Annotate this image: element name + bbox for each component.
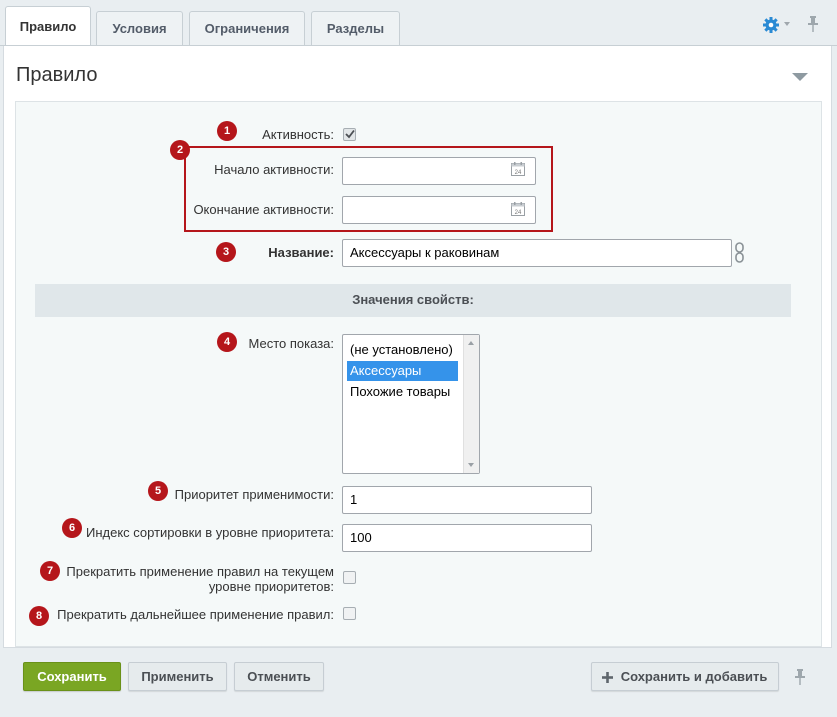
tab-conditions[interactable]: Условия <box>96 11 183 45</box>
save-and-add-label: Сохранить и добавить <box>620 669 768 684</box>
calendar-icon[interactable]: 24 <box>511 162 525 176</box>
section-header: Значения свойств: <box>35 284 791 317</box>
step-badge-5: 5 <box>148 481 168 501</box>
scroll-down-icon[interactable] <box>468 463 474 467</box>
step-badge-8: 8 <box>29 606 49 626</box>
list-item[interactable]: Похожие товары <box>347 382 458 402</box>
pin-icon[interactable] <box>806 15 820 33</box>
gear-icon[interactable] <box>762 16 780 34</box>
link-icon[interactable] <box>735 242 744 264</box>
step-badge-4: 4 <box>217 332 237 352</box>
tab-rule[interactable]: Правило <box>5 6 91 46</box>
sort-input[interactable]: 100 <box>342 524 592 552</box>
step-badge-2: 2 <box>170 140 190 160</box>
active-label: Активность: <box>262 127 334 142</box>
tab-sections[interactable]: Разделы <box>311 11 400 45</box>
save-button[interactable]: Сохранить <box>23 662 121 691</box>
end-date-input[interactable] <box>342 196 536 224</box>
name-label: Название: <box>268 245 334 260</box>
plus-icon <box>602 672 613 683</box>
stop-level-checkbox[interactable] <box>343 571 356 584</box>
apply-button[interactable]: Применить <box>128 662 227 691</box>
step-badge-7: 7 <box>40 561 60 581</box>
name-input[interactable]: Аксессуары к раковинам <box>342 239 732 267</box>
stop-level-label-line2: уровне приоритетов: <box>208 579 334 594</box>
active-checkbox[interactable] <box>343 128 356 141</box>
checkmark-icon <box>345 129 355 139</box>
place-listbox[interactable]: (не установлено) Аксессуары Похожие това… <box>342 334 480 474</box>
save-and-add-button[interactable]: Сохранить и добавить <box>591 662 779 691</box>
priority-label: Приоритет применимости: <box>174 487 334 502</box>
sort-label: Индекс сортировки в уровне приоритета: <box>85 525 334 540</box>
start-label: Начало активности: <box>214 162 334 177</box>
stop-all-label: Прекратить дальнейшее применение правил: <box>57 607 334 622</box>
end-label: Окончание активности: <box>193 202 334 217</box>
calendar-icon[interactable]: 24 <box>511 202 525 216</box>
svg-text:24: 24 <box>515 170 522 176</box>
priority-input[interactable]: 1 <box>342 486 592 514</box>
pin-icon[interactable] <box>793 668 807 686</box>
list-item[interactable]: (не установлено) <box>347 340 458 360</box>
step-badge-6: 6 <box>62 518 82 538</box>
list-item-selected[interactable]: Аксессуары <box>347 361 458 381</box>
scroll-up-icon[interactable] <box>468 341 474 345</box>
stop-level-label-line1: Прекратить применение правил на текущем <box>66 564 334 579</box>
tab-bar: Правило Условия Ограничения Разделы <box>0 0 837 46</box>
scrollbar[interactable] <box>463 335 479 473</box>
page-title: Правило <box>16 64 98 86</box>
place-label: Место показа: <box>248 336 334 351</box>
cancel-button[interactable]: Отменить <box>234 662 324 691</box>
step-badge-3: 3 <box>216 242 236 262</box>
tab-restrictions[interactable]: Ограничения <box>189 11 305 45</box>
stop-level-label: Прекратить применение правил на текущем … <box>62 564 334 594</box>
stop-all-checkbox[interactable] <box>343 607 356 620</box>
svg-text:24: 24 <box>515 210 522 216</box>
chevron-down-icon[interactable] <box>784 22 790 26</box>
collapse-icon[interactable] <box>792 73 808 81</box>
start-date-input[interactable] <box>342 157 536 185</box>
